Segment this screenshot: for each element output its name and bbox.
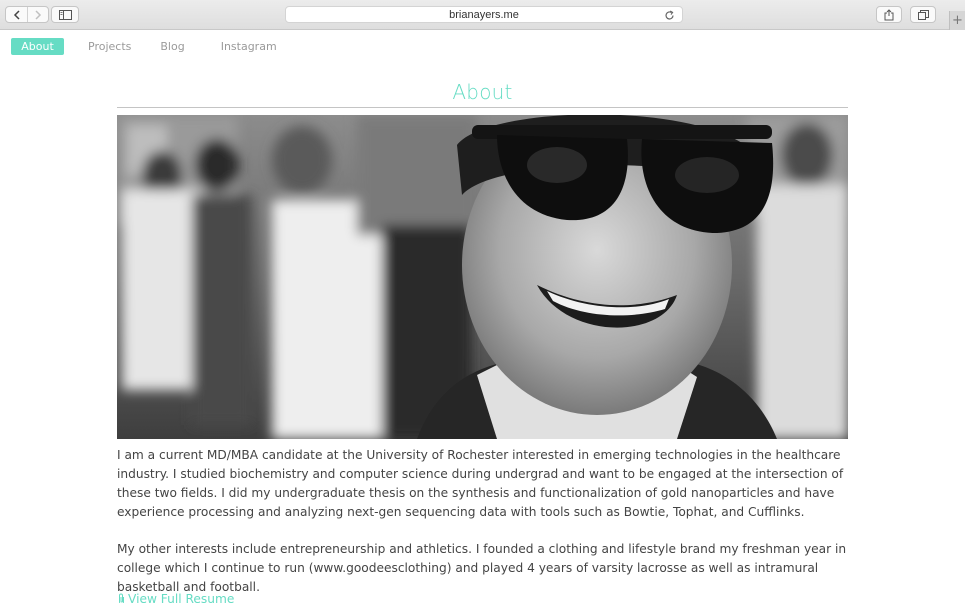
- url-text: brianayers.me: [449, 8, 519, 21]
- chevron-left-icon: [13, 9, 20, 20]
- view-resume-label: View Full Resume: [128, 592, 235, 603]
- history-buttons: [5, 6, 49, 23]
- tabs-icon: [917, 9, 929, 20]
- view-resume-link[interactable]: View Full Resume: [117, 592, 234, 603]
- sidebar-icon: [58, 9, 72, 20]
- forward-button[interactable]: [27, 7, 48, 22]
- back-button[interactable]: [6, 7, 27, 22]
- share-button[interactable]: [876, 6, 902, 23]
- tabs-button[interactable]: [910, 6, 936, 23]
- profile-photo-image: [117, 115, 848, 439]
- profile-photo: [117, 115, 848, 439]
- share-icon: [884, 8, 894, 20]
- title-divider: [117, 107, 848, 108]
- browser-toolbar: brianayers.me +: [0, 0, 965, 30]
- nav-item-blog[interactable]: Blog: [160, 38, 184, 55]
- chevron-right-icon: [35, 9, 42, 20]
- new-tab-button[interactable]: +: [949, 11, 965, 30]
- bio-paragraph-1: I am a current MD/MBA candidate at the U…: [117, 448, 844, 519]
- nav-item-instagram[interactable]: Instagram: [221, 38, 277, 55]
- plus-icon: +: [952, 13, 963, 28]
- bio-paragraph-2: My other interests include entrepreneurs…: [117, 542, 847, 594]
- nav-item-about[interactable]: About: [11, 38, 64, 55]
- site-nav: About Projects Blog Instagram: [11, 38, 277, 55]
- paperclip-icon: [117, 593, 126, 603]
- sidebar-toggle-button[interactable]: [51, 6, 79, 23]
- bio-text: I am a current MD/MBA candidate at the U…: [117, 446, 852, 597]
- page-title: About: [452, 80, 513, 104]
- address-bar[interactable]: brianayers.me: [285, 6, 683, 23]
- reload-icon: [664, 10, 674, 19]
- reload-button[interactable]: [662, 8, 676, 22]
- nav-item-projects[interactable]: Projects: [88, 38, 131, 55]
